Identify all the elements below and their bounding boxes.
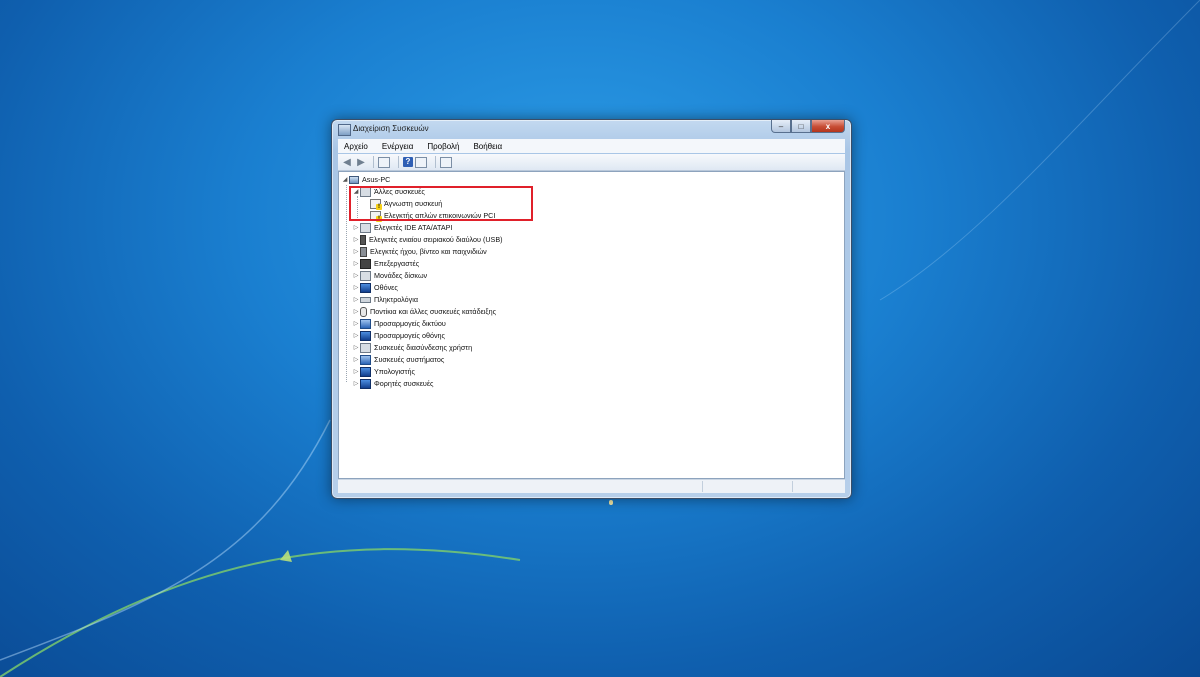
close-button[interactable]: x [811,120,845,133]
tree-category[interactable]: ▷ Συσκευές διασύνδεσης χρήστη [352,342,472,353]
menu-help[interactable]: Βοήθεια [471,141,504,152]
tree-root-label: Asus-PC [362,175,391,184]
collapse-arrow-icon[interactable]: ◢ [341,176,349,183]
network-adapter-icon [360,318,371,329]
tree-category[interactable]: ▷ Προσαρμογείς οθόνης [352,330,445,341]
expand-arrow-icon[interactable]: ▷ [352,344,360,351]
category-label: Ελεγκτές IDE ATA/ATAPI [374,223,453,232]
category-label: Συσκευές διασύνδεσης χρήστη [374,343,473,352]
mouse-icon [360,306,367,317]
expand-arrow-icon[interactable]: ▷ [352,332,360,339]
menu-file[interactable]: Αρχείο [342,141,370,152]
category-label: Προσαρμογείς οθόνης [374,331,445,340]
usb-icon [360,234,366,245]
display-adapter-icon [360,330,371,341]
tree-category[interactable]: ▷ Επεξεργαστές [352,258,419,269]
tree-category[interactable]: ▷ Προσαρμογείς δικτύου [352,318,446,329]
device-manager-icon [338,124,351,136]
tree-root[interactable]: ◢ Asus-PC [341,174,391,185]
processor-icon [360,258,371,269]
tree-category[interactable]: ▷ Ελεγκτές ενιαίου σειριακού διαύλου (US… [352,234,503,245]
scan-hardware-icon[interactable] [440,156,452,168]
disk-drive-icon [360,270,371,281]
speaker-icon [360,246,367,257]
category-label: Ελεγκτές ενιαίου σειριακού διαύλου (USB) [369,235,503,244]
tree-category[interactable]: ▷ Φορητές συσκευές [352,378,434,389]
expand-arrow-icon[interactable]: ▷ [352,296,360,303]
toolbar-separator [373,156,374,168]
category-label: Ποντίκια και άλλες συσκευές κατάδειξης [370,307,497,316]
category-label: Συσκευές συστήματος [374,355,445,364]
system-devices-icon [360,354,371,365]
ide-controller-icon [360,222,371,233]
status-divider [702,481,703,492]
category-label: Υπολογιστής [374,367,415,376]
expand-arrow-icon[interactable]: ▷ [352,308,360,315]
expand-arrow-icon[interactable]: ▷ [352,380,360,387]
toolbar-separator [435,156,436,168]
expand-arrow-icon[interactable]: ▷ [352,248,360,255]
highlight-annotation [349,186,533,221]
minimize-button[interactable]: – [771,120,791,133]
caption-buttons: – □ x [771,120,845,133]
expand-arrow-icon[interactable]: ▷ [352,320,360,327]
category-label: Μονάδες δίσκων [374,271,428,280]
expand-arrow-icon[interactable]: ▷ [352,236,360,243]
maximize-button[interactable]: □ [791,120,811,133]
tree-category[interactable]: ▷ Οθόνες [352,282,398,293]
properties-icon[interactable] [378,156,390,168]
title-bar[interactable]: Διαχείριση Συσκευών – □ x [332,120,851,138]
category-label: Φορητές συσκευές [374,379,434,388]
tree-category[interactable]: ▷ Υπολογιστής [352,366,415,377]
menu-view[interactable]: Προβολή [425,141,461,152]
computer-icon [349,175,359,184]
menu-action[interactable]: Ενέργεια [380,141,415,152]
tree-category[interactable]: ▷ Συσκευές συστήματος [352,354,444,365]
computer-icon [360,366,371,377]
monitor-icon [360,282,371,293]
menu-bar: Αρχείο Ενέργεια Προβολή Βοήθεια [338,139,845,153]
help-icon[interactable]: ? [403,157,413,167]
toolbar-separator [398,156,399,168]
expand-arrow-icon[interactable]: ▷ [352,356,360,363]
expand-arrow-icon[interactable]: ▷ [352,224,360,231]
tree-category[interactable]: ▷ Ποντίκια και άλλες συσκευές κατάδειξης [352,306,496,317]
tree-category[interactable]: ▷ Ελεγκτές ήχου, βίντεο και παιχνιδιών [352,246,487,257]
expand-arrow-icon[interactable]: ▷ [352,260,360,267]
keyboard-icon [360,296,371,303]
back-arrow-icon[interactable]: ◀ [341,157,353,168]
status-bar [338,479,845,493]
category-label: Προσαρμογείς δικτύου [374,319,446,328]
category-label: Οθόνες [374,283,398,292]
category-label: Επεξεργαστές [374,259,420,268]
forward-arrow-icon[interactable]: ▶ [355,157,367,168]
tree-connector [346,185,347,382]
hid-icon [360,342,371,353]
console-tree-icon[interactable] [415,156,427,168]
category-label: Ελεγκτές ήχου, βίντεο και παιχνιδιών [370,247,487,256]
status-divider [792,481,793,492]
tree-category[interactable]: ▷ Μονάδες δίσκων [352,270,427,281]
tree-category[interactable]: ▷ Ελεγκτές IDE ATA/ATAPI [352,222,452,233]
category-label: Πληκτρολόγια [374,295,418,304]
tree-category[interactable]: ▷ Πληκτρολόγια [352,294,418,305]
expand-arrow-icon[interactable]: ▷ [352,368,360,375]
toolbar: ◀ ▶ ? [338,154,845,171]
expand-arrow-icon[interactable]: ▷ [352,272,360,279]
window-title: Διαχείριση Συσκευών [353,124,429,133]
desktop-gadget-dot [609,500,613,505]
expand-arrow-icon[interactable]: ▷ [352,284,360,291]
portable-device-icon [360,378,371,389]
